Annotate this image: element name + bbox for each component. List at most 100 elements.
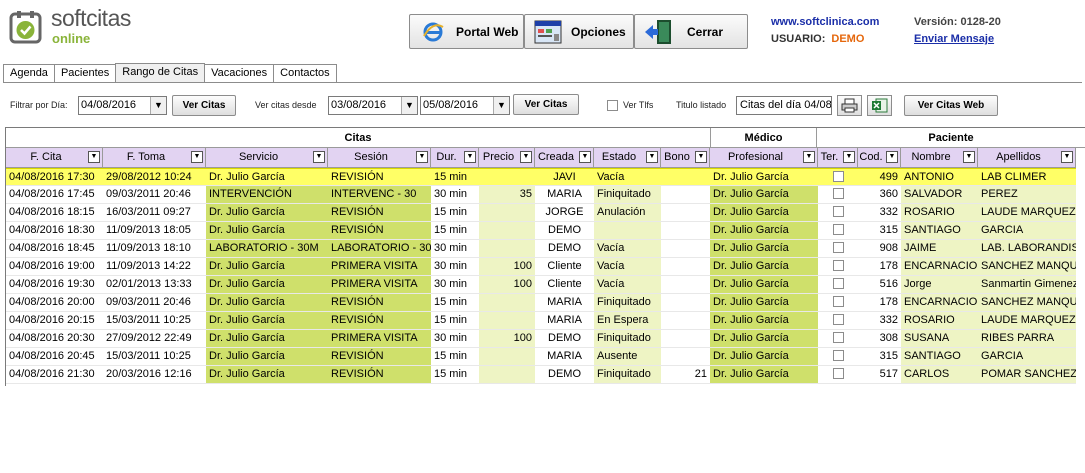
- terminated-checkbox[interactable]: [832, 349, 844, 361]
- column-header-sesion[interactable]: Sesión ▼: [328, 148, 431, 168]
- cell-sesion: REVISIÓN: [328, 168, 431, 186]
- show-phones-checkbox[interactable]: [607, 100, 618, 111]
- portal-web-button[interactable]: Portal Web: [409, 14, 524, 49]
- cell-apellidos: POMAR SANCHEZ: [978, 366, 1076, 384]
- table-row[interactable]: 04/08/2016 17:45 09/03/2011 20:46 INTERVEN…: [6, 186, 1076, 204]
- filter-dropdown-icon[interactable]: ▼: [963, 151, 975, 163]
- column-header-nombre[interactable]: Nombre ▼: [901, 148, 978, 168]
- filter-dropdown-icon[interactable]: ▼: [695, 151, 707, 163]
- column-header-bono[interactable]: Bono ▼: [661, 148, 710, 168]
- view-web-appointments-button[interactable]: Ver Citas Web: [904, 95, 998, 116]
- filter-dropdown-icon[interactable]: ▼: [313, 151, 325, 163]
- filter-dropdown-icon[interactable]: ▼: [88, 151, 100, 163]
- table-row[interactable]: 04/08/2016 17:30 29/08/2012 10:24 Dr. Juli…: [6, 168, 1076, 186]
- filter-dropdown-icon[interactable]: ▼: [520, 151, 532, 163]
- cell-estado: Anulación: [594, 204, 661, 222]
- cell-codigo: 499: [858, 168, 901, 186]
- column-header-row: F. Cita ▼ F. Toma ▼ Servicio ▼ Sesión ▼ Dur. ▼ Pre…: [6, 148, 1076, 168]
- cell-terminado: [818, 258, 858, 276]
- cell-f-cita: 04/08/2016 17:30: [6, 168, 103, 186]
- filter-dropdown-icon[interactable]: ▼: [886, 151, 898, 163]
- cell-nombre: SANTIAGO: [901, 348, 978, 366]
- cell-codigo: 516: [858, 276, 901, 294]
- column-header-f-toma[interactable]: F. Toma ▼: [103, 148, 206, 168]
- table-row[interactable]: 04/08/2016 20:30 27/09/2012 22:49 Dr. Juli…: [6, 330, 1076, 348]
- terminated-checkbox[interactable]: [832, 187, 844, 199]
- table-row[interactable]: 04/08/2016 20:45 15/03/2011 10:25 Dr. Juli…: [6, 348, 1076, 366]
- cell-profesional: Dr. Julio García: [710, 276, 818, 294]
- column-header-f-cita[interactable]: F. Cita ▼: [6, 148, 103, 168]
- column-header-servicio[interactable]: Servicio ▼: [206, 148, 328, 168]
- table-row[interactable]: 04/08/2016 20:15 15/03/2011 10:25 Dr. Juli…: [6, 312, 1076, 330]
- filter-dropdown-icon[interactable]: ▼: [416, 151, 428, 163]
- list-title-input[interactable]: Citas del día 04/08/: [736, 96, 832, 115]
- view-range-button[interactable]: Ver Citas: [513, 94, 579, 115]
- filter-dropdown-icon[interactable]: ▼: [579, 151, 591, 163]
- cell-sesion: REVISIÓN: [328, 222, 431, 240]
- terminated-checkbox[interactable]: [832, 259, 844, 271]
- chevron-down-icon[interactable]: ▼: [150, 97, 166, 114]
- cell-bono: [661, 258, 710, 276]
- column-header-apellidos[interactable]: Apellidos ▼: [978, 148, 1076, 168]
- filter-dropdown-icon[interactable]: ▼: [646, 151, 658, 163]
- table-row[interactable]: 04/08/2016 18:45 11/09/2013 18:10 LABORATO…: [6, 240, 1076, 258]
- range-from-select[interactable]: 03/08/2016 ▼: [328, 96, 418, 115]
- cell-precio: 35: [479, 186, 535, 204]
- filter-dropdown-icon[interactable]: ▼: [803, 151, 815, 163]
- day-filter-label: Filtrar por Día:: [10, 100, 68, 110]
- day-filter-select[interactable]: 04/08/2016 ▼: [78, 96, 167, 115]
- filter-dropdown-icon[interactable]: ▼: [464, 151, 476, 163]
- cell-bono: [661, 240, 710, 258]
- table-row[interactable]: 04/08/2016 19:30 02/01/2013 13:33 Dr. Juli…: [6, 276, 1076, 294]
- range-to-select[interactable]: 05/08/2016 ▼: [420, 96, 510, 115]
- filter-dropdown-icon[interactable]: ▼: [191, 151, 203, 163]
- table-row[interactable]: 04/08/2016 19:00 11/09/2013 14:22 Dr. Juli…: [6, 258, 1076, 276]
- cell-f-toma: 11/09/2013 18:05: [103, 222, 206, 240]
- terminated-checkbox[interactable]: [832, 205, 844, 217]
- cell-sesion: REVISIÓN: [328, 204, 431, 222]
- column-header-label: Dur.: [436, 151, 457, 163]
- tab-pacientes[interactable]: Pacientes: [53, 64, 117, 83]
- table-row[interactable]: 04/08/2016 20:00 09/03/2011 20:46 Dr. Juli…: [6, 294, 1076, 312]
- tab-agenda[interactable]: Agenda: [3, 64, 55, 83]
- table-row[interactable]: 04/08/2016 18:15 16/03/2011 09:27 Dr. Juli…: [6, 204, 1076, 222]
- send-message-link[interactable]: Enviar Mensaje: [914, 33, 994, 45]
- user-value: DEMO: [831, 33, 865, 45]
- chevron-down-icon[interactable]: ▼: [401, 97, 417, 114]
- column-header-label: Ter.: [820, 151, 839, 163]
- options-button[interactable]: Opciones: [524, 14, 634, 49]
- terminated-checkbox[interactable]: [832, 170, 844, 182]
- tab-rango-de-citas[interactable]: Rango de Citas: [115, 63, 206, 83]
- table-row[interactable]: 04/08/2016 21:30 20/03/2016 12:16 Dr. Juli…: [6, 366, 1076, 384]
- terminated-checkbox[interactable]: [832, 313, 844, 325]
- tab-contactos[interactable]: Contactos: [273, 64, 337, 83]
- filter-dropdown-icon[interactable]: ▼: [843, 151, 855, 163]
- terminated-checkbox[interactable]: [832, 295, 844, 307]
- column-header-estado[interactable]: Estado ▼: [594, 148, 661, 168]
- print-button[interactable]: [837, 95, 862, 116]
- cell-f-cita: 04/08/2016 20:30: [6, 330, 103, 348]
- column-header-codigo[interactable]: Cod. ▼: [858, 148, 901, 168]
- column-header-duracion[interactable]: Dur. ▼: [431, 148, 479, 168]
- close-button[interactable]: Cerrar: [634, 14, 748, 49]
- column-header-terminado[interactable]: Ter. ▼: [818, 148, 858, 168]
- table-row[interactable]: 04/08/2016 18:30 11/09/2013 18:05 Dr. Juli…: [6, 222, 1076, 240]
- terminated-checkbox[interactable]: [832, 277, 844, 289]
- filter-dropdown-icon[interactable]: ▼: [1061, 151, 1073, 163]
- website-link[interactable]: www.softclinica.com: [771, 16, 879, 28]
- cell-creada: JAVI: [535, 168, 594, 186]
- terminated-checkbox[interactable]: [832, 241, 844, 253]
- cell-servicio: Dr. Julio García: [206, 222, 328, 240]
- column-header-label: Servicio: [238, 151, 279, 163]
- tab-vacaciones[interactable]: Vacaciones: [204, 64, 275, 83]
- column-header-profesional[interactable]: Profesional ▼: [710, 148, 818, 168]
- view-day-button[interactable]: Ver Citas: [172, 95, 236, 116]
- chevron-down-icon[interactable]: ▼: [493, 97, 509, 114]
- terminated-checkbox[interactable]: [832, 367, 844, 379]
- terminated-checkbox[interactable]: [832, 331, 844, 343]
- terminated-checkbox[interactable]: [832, 223, 844, 235]
- export-excel-button[interactable]: [867, 95, 892, 116]
- cell-duracion: 15 min: [431, 204, 479, 222]
- column-header-creada[interactable]: Creada ▼: [535, 148, 594, 168]
- column-header-precio[interactable]: Precio ▼: [479, 148, 535, 168]
